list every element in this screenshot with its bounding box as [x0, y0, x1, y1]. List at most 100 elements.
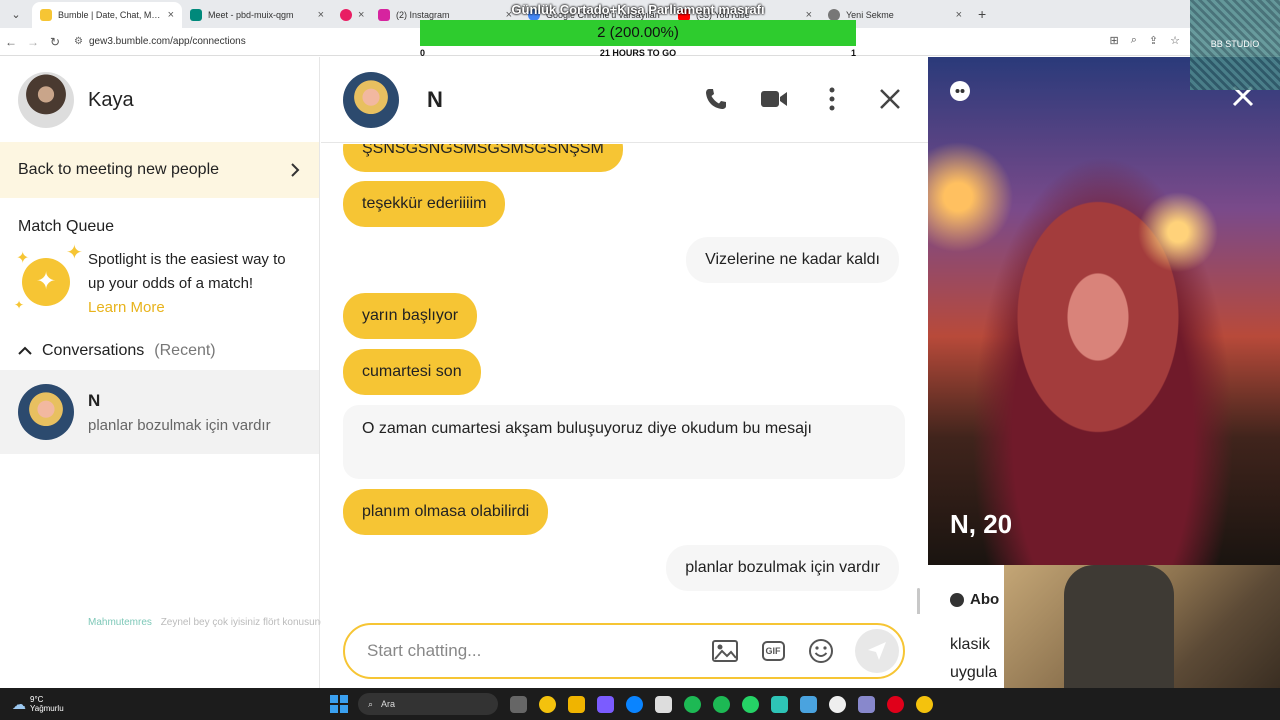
- spotify-icon[interactable]: [684, 695, 701, 713]
- message-bubble: planım olmasa olabilirdi: [343, 489, 549, 535]
- store-icon[interactable]: [655, 695, 672, 713]
- message-bubble: teşekkür ederiiiim: [343, 181, 506, 227]
- message-bubble: ŞSNSĞSNĞSMSĞSMSĞSNŞSM: [343, 144, 623, 172]
- opera-icon[interactable]: [887, 695, 904, 713]
- temperature: 9°C: [30, 695, 44, 704]
- send-icon: [868, 642, 886, 660]
- app-icon[interactable]: [597, 695, 614, 713]
- back-arrow-icon[interactable]: ←: [0, 35, 22, 49]
- bookmark-star-icon[interactable]: ☆: [1170, 34, 1180, 47]
- task-view-icon[interactable]: [510, 695, 527, 713]
- close-icon[interactable]: ×: [318, 9, 324, 21]
- tab-bumble[interactable]: Bumble | Date, Chat, Meet New ×: [32, 2, 182, 28]
- meet-favicon-icon: [190, 9, 202, 21]
- message-list[interactable]: ŞSNSĞSNĞSMSĞSMSĞSNŞSM teşekkür ederiiiim…: [321, 144, 921, 614]
- webcam-person: [1064, 565, 1174, 688]
- my-profile[interactable]: Kaya: [0, 57, 319, 143]
- url-field[interactable]: ⚙ gew3.bumble.com/app/connections: [74, 36, 246, 47]
- message-bubble: O zaman cumartesi akşam buluşuyoruz diye…: [343, 405, 905, 479]
- message-text: yarın başlıyor: [362, 307, 459, 324]
- tab-label: Yeni Sekme: [846, 10, 894, 20]
- zoom-icon[interactable]: ⌕: [1131, 34, 1137, 47]
- sparkle-icon: ✦: [66, 242, 83, 264]
- site-info-icon[interactable]: ⚙: [74, 36, 83, 47]
- about-label: Abo: [970, 591, 1000, 608]
- message-bubble: Vizelerine ne kadar kaldı: [686, 237, 899, 283]
- taskbar-search[interactable]: ⌕ Ara: [358, 693, 498, 715]
- video-call-icon[interactable]: [760, 85, 788, 113]
- search-icon: ⌕: [368, 698, 374, 709]
- phone-icon[interactable]: [702, 85, 730, 113]
- reload-icon[interactable]: ↻: [44, 35, 66, 49]
- app-icon[interactable]: [858, 695, 875, 713]
- chrome-icon[interactable]: [916, 695, 933, 713]
- message-composer[interactable]: Start chatting... GIF: [343, 623, 905, 679]
- avatar: [18, 384, 74, 440]
- close-icon[interactable]: ×: [956, 9, 962, 21]
- chrome-icon[interactable]: [539, 695, 556, 713]
- avatar[interactable]: [343, 71, 399, 128]
- send-button[interactable]: [855, 629, 899, 673]
- share-icon[interactable]: ⇪: [1149, 34, 1158, 47]
- app-icon[interactable]: [800, 695, 817, 713]
- message-text: ŞSNSĞSNĞSMSĞSMSĞSNŞSM: [362, 144, 604, 157]
- emoji-icon[interactable]: [807, 637, 835, 665]
- back-to-meeting-button[interactable]: Back to meeting new people: [0, 142, 319, 198]
- close-icon[interactable]: ×: [168, 9, 174, 21]
- sparkle-icon: ✦: [14, 298, 25, 312]
- stream-goal-progress: 2 (200.00%): [420, 20, 856, 46]
- bumble-favicon-icon: [40, 9, 52, 21]
- address-actions: ⊞ ⌕ ⇪ ☆: [1110, 34, 1180, 47]
- gif-icon[interactable]: GIF: [759, 637, 787, 665]
- windows-start-icon[interactable]: [330, 695, 348, 713]
- forward-arrow-icon[interactable]: →: [22, 35, 44, 49]
- verified-badge-icon[interactable]: [950, 81, 970, 101]
- conversations-header[interactable]: Conversations (Recent): [0, 342, 319, 360]
- message-input[interactable]: Start chatting...: [367, 641, 711, 661]
- image-upload-icon[interactable]: [711, 637, 739, 665]
- learn-more-link[interactable]: Learn More: [88, 296, 301, 320]
- close-icon[interactable]: ×: [358, 9, 364, 21]
- goal-caption: 21 HOURS TO GO: [599, 48, 677, 58]
- stream-chat-ticker: Mahmutemres Zeynel bey çok iyisiniz flör…: [88, 617, 331, 628]
- tab-label: Meet - pbd-muix-qgm: [208, 10, 294, 20]
- new-tab-button[interactable]: +: [978, 6, 986, 22]
- about-icon: [950, 592, 964, 607]
- tab-search-button[interactable]: ⌄: [4, 4, 28, 24]
- app-icon[interactable]: [771, 695, 788, 713]
- profile-photo[interactable]: [928, 57, 1280, 565]
- message-bubble: cumartesi son: [343, 349, 481, 395]
- goal-max: 1: [850, 48, 856, 58]
- user-name: Kaya: [88, 88, 134, 111]
- ticker-user: Mahmutemres: [88, 617, 152, 628]
- weather-widget[interactable]: ☁ 9°C Yağmurlu: [0, 695, 330, 713]
- translate-icon[interactable]: ⊞: [1110, 34, 1119, 47]
- more-options-icon[interactable]: [818, 85, 846, 113]
- obs-icon[interactable]: [829, 695, 846, 713]
- spotify-icon[interactable]: [713, 695, 730, 713]
- scrollbar[interactable]: [917, 588, 920, 614]
- stream-goal-footer: 0 21 HOURS TO GO 1: [420, 48, 856, 60]
- spotlight-promo: ✦ ✦ ✦ ✦ Spotlight is the easiest way to …: [0, 236, 319, 320]
- tab-pinned[interactable]: ×: [332, 2, 370, 28]
- tab-meet[interactable]: Meet - pbd-muix-qgm ×: [182, 2, 332, 28]
- contact-name[interactable]: N: [427, 87, 443, 113]
- message-text: Vizelerine ne kadar kaldı: [705, 251, 880, 268]
- message-text: cumartesi son: [362, 363, 462, 380]
- file-explorer-icon[interactable]: [568, 695, 585, 713]
- edge-icon[interactable]: [626, 695, 643, 713]
- conversation-name: N: [88, 390, 101, 410]
- about-text: klasik uygula: [950, 631, 997, 687]
- conversations-sub: (Recent): [154, 342, 216, 359]
- message-bubble: yarın başlıyor: [343, 293, 478, 339]
- message-text: teşekkür ederiiiim: [362, 195, 487, 212]
- whatsapp-icon[interactable]: [742, 695, 759, 713]
- weather-text: Yağmurlu: [30, 704, 64, 713]
- profile-name-age: N, 20: [950, 509, 1013, 539]
- chat-header: N: [321, 57, 928, 143]
- close-icon[interactable]: [876, 85, 904, 113]
- spotlight-icon[interactable]: ✦ ✦ ✦ ✦: [14, 242, 83, 312]
- studio-logo: BB STUDIO: [1190, 0, 1280, 90]
- conversation-item[interactable]: N planlar bozulmak için vardır: [0, 370, 319, 454]
- screen: ⌄ Bumble | Date, Chat, Meet New × Meet -…: [0, 0, 1280, 720]
